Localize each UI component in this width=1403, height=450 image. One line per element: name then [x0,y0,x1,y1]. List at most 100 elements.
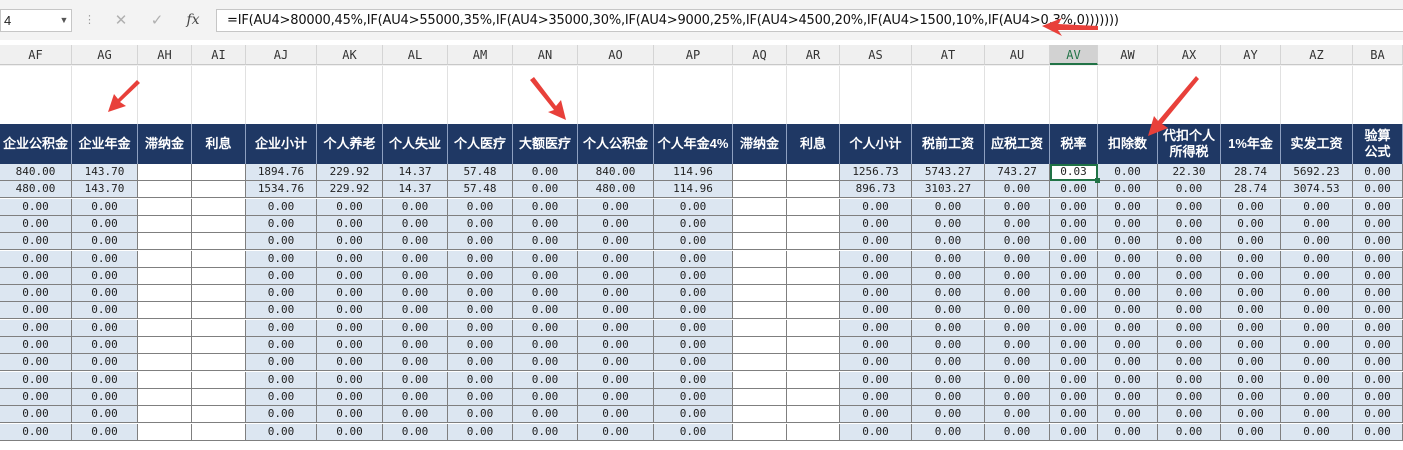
table-cell[interactable]: 0.00 [1221,423,1281,441]
column-header-au[interactable]: AU [985,45,1050,65]
table-cell[interactable]: 0.00 [0,319,72,337]
table-cell[interactable]: 0.00 [1158,285,1221,303]
table-cell[interactable]: 840.00 [578,164,654,181]
table-cell[interactable]: 0.00 [1098,406,1158,424]
table-cell[interactable]: 0.00 [1281,354,1353,372]
table-cell[interactable]: 0.00 [985,423,1050,441]
table-cell[interactable] [787,267,840,285]
table-cell[interactable]: 0.00 [840,423,912,441]
table-cell[interactable]: 0.00 [317,406,383,424]
table-cell[interactable]: 0.00 [72,285,138,303]
table-cell[interactable]: 0.00 [654,406,733,424]
table-cell[interactable]: 0.00 [912,423,985,441]
table-cell[interactable]: 5743.27 [912,164,985,181]
table-cell[interactable]: 0.00 [578,371,654,389]
table-cell[interactable]: 0.00 [1221,319,1281,337]
table-cell[interactable]: 0.00 [1050,215,1098,233]
table-cell[interactable]: 0.00 [1221,337,1281,354]
table-cell[interactable] [192,354,246,372]
column-header-az[interactable]: AZ [1281,45,1353,65]
insert-function-icon[interactable]: fx [180,9,206,32]
table-cell[interactable]: 0.00 [840,319,912,337]
table-cell[interactable]: 896.73 [840,181,912,199]
table-cell[interactable]: 0.00 [912,302,985,320]
table-cell[interactable]: 0.00 [246,198,317,216]
column-header-af[interactable]: AF [0,45,72,65]
table-cell[interactable]: 0.00 [317,371,383,389]
table-cell[interactable] [787,215,840,233]
table-cell[interactable]: 0.00 [513,215,578,233]
table-cell[interactable]: 0.00 [383,215,448,233]
table-cell[interactable] [138,250,192,268]
table-cell[interactable]: 0.00 [448,388,513,406]
table-cell[interactable]: 0.00 [448,371,513,389]
table-cell[interactable]: 0.00 [448,250,513,268]
table-cell[interactable]: 0.00 [317,302,383,320]
column-header-an[interactable]: AN [513,45,578,65]
table-cell[interactable]: 0.00 [72,406,138,424]
table-cell[interactable]: 0.00 [1221,250,1281,268]
table-header-cell[interactable]: 个人小计 [840,124,912,164]
table-cell[interactable]: 1534.76 [246,181,317,199]
table-cell[interactable]: 0.00 [578,233,654,251]
table-cell[interactable] [192,164,246,181]
table-cell[interactable]: 0.00 [1098,233,1158,251]
table-cell[interactable]: 0.00 [1281,250,1353,268]
table-cell[interactable]: 0.00 [912,406,985,424]
table-cell[interactable]: 0.00 [513,371,578,389]
table-cell[interactable]: 0.00 [448,285,513,303]
table-cell[interactable]: 0.00 [1221,302,1281,320]
table-cell[interactable]: 0.00 [513,181,578,199]
table-cell[interactable]: 0.00 [448,302,513,320]
table-cell[interactable]: 0.00 [383,267,448,285]
table-cell[interactable]: 0.00 [0,302,72,320]
table-cell[interactable]: 0.00 [513,164,578,181]
table-cell[interactable]: 0.00 [1158,354,1221,372]
table-cell[interactable]: 0.00 [0,337,72,354]
table-cell[interactable] [138,406,192,424]
table-cell[interactable]: 0.00 [1353,319,1403,337]
table-cell[interactable]: 0.00 [1158,337,1221,354]
table-cell[interactable]: 0.00 [1353,354,1403,372]
table-cell[interactable]: 0.00 [1281,319,1353,337]
table-cell[interactable]: 0.00 [1281,337,1353,354]
table-cell[interactable]: 0.00 [1050,198,1098,216]
table-header-cell[interactable]: 实发工资 [1281,124,1353,164]
table-cell[interactable] [787,388,840,406]
table-cell[interactable]: 114.96 [654,164,733,181]
column-header-ah[interactable]: AH [138,45,192,65]
table-header-cell[interactable]: 利息 [192,124,246,164]
table-cell[interactable]: 0.00 [383,198,448,216]
table-cell[interactable]: 0.00 [513,267,578,285]
column-header-ao[interactable]: AO [578,45,654,65]
table-cell[interactable] [733,371,787,389]
table-cell[interactable] [733,215,787,233]
table-cell[interactable]: 0.00 [1098,319,1158,337]
table-cell[interactable]: 0.00 [1158,233,1221,251]
table-cell[interactable] [787,354,840,372]
table-cell[interactable]: 0.00 [840,267,912,285]
table-header-cell[interactable]: 验算 公式 [1353,124,1403,164]
table-cell[interactable]: 0.00 [383,371,448,389]
table-cell[interactable]: 0.00 [0,371,72,389]
table-cell[interactable]: 0.00 [578,250,654,268]
table-cell[interactable]: 0.00 [840,406,912,424]
table-cell[interactable]: 0.00 [0,406,72,424]
table-cell[interactable]: 0.00 [1098,181,1158,199]
table-cell[interactable]: 0.00 [0,423,72,441]
table-cell[interactable]: 22.30 [1158,164,1221,181]
table-cell[interactable]: 28.74 [1221,181,1281,199]
table-cell[interactable]: 0.00 [985,181,1050,199]
table-cell[interactable] [733,198,787,216]
table-cell[interactable]: 0.00 [448,215,513,233]
table-cell[interactable]: 743.27 [985,164,1050,181]
table-cell[interactable]: 0.00 [1353,267,1403,285]
name-box[interactable]: 4 ▼ [0,9,72,32]
table-cell[interactable]: 0.00 [448,406,513,424]
table-cell[interactable]: 0.00 [1158,302,1221,320]
table-cell[interactable] [192,233,246,251]
table-cell[interactable]: 3074.53 [1281,181,1353,199]
table-cell[interactable]: 0.00 [912,267,985,285]
table-cell[interactable]: 0.00 [246,267,317,285]
table-cell[interactable]: 0.00 [654,267,733,285]
